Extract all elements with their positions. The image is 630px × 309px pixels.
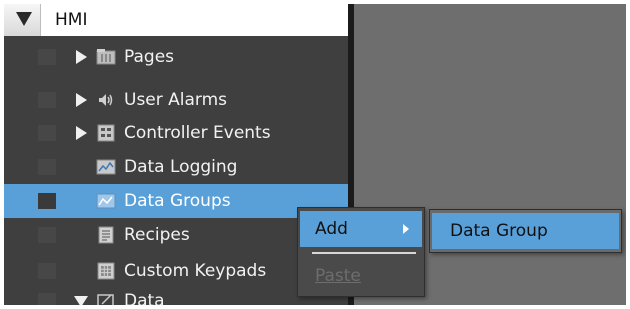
tree-item-label: Recipes	[124, 225, 190, 245]
add-submenu: Data Group	[429, 209, 622, 253]
row-marker	[38, 125, 56, 141]
row-marker	[38, 49, 56, 65]
tree-root-label: HMI	[40, 4, 348, 36]
expand-arrow-icon[interactable]	[76, 126, 87, 140]
context-menu: Add Paste	[297, 207, 425, 297]
tree-item-data-logging[interactable]: Data Logging	[4, 150, 348, 184]
pages-icon	[96, 48, 116, 66]
submenu-item-label: Data Group	[450, 221, 548, 241]
expand-arrow-icon[interactable]	[76, 50, 87, 64]
data-icon	[96, 292, 116, 305]
keypad-icon	[96, 262, 116, 280]
tree-item-label: Data Groups	[124, 191, 231, 211]
row-marker	[38, 227, 56, 243]
tree-item-user-alarms[interactable]: User Alarms	[4, 83, 348, 117]
tree-item-label: Data	[124, 291, 165, 305]
window-frame: HMI Pages User Alarms Controller Events …	[4, 4, 626, 305]
context-menu-add[interactable]: Add	[300, 211, 422, 247]
context-menu-add-label: Add	[315, 219, 348, 239]
tree-item-label: Pages	[124, 47, 175, 67]
submenu-item-data-group[interactable]: Data Group	[432, 213, 619, 249]
row-marker	[38, 263, 56, 279]
tree-item-pages[interactable]: Pages	[4, 40, 348, 74]
row-marker	[38, 92, 56, 108]
recipes-icon	[96, 226, 116, 244]
submenu-arrow-icon	[403, 224, 409, 234]
row-marker	[38, 193, 56, 209]
speaker-icon	[96, 91, 116, 109]
tree-item-label: Controller Events	[124, 123, 271, 143]
data-groups-icon	[96, 192, 116, 210]
tree-item-label: Custom Keypads	[124, 261, 267, 281]
row-marker	[38, 159, 56, 175]
tree-item-controller-events[interactable]: Controller Events	[4, 116, 348, 150]
context-menu-paste-label: Paste	[315, 266, 361, 286]
tree-item-label: Data Logging	[124, 157, 238, 177]
tree-root-row[interactable]: HMI	[4, 4, 348, 36]
expand-caret-icon[interactable]	[16, 12, 32, 26]
expand-arrow-icon[interactable]	[76, 93, 87, 107]
data-logging-icon	[96, 158, 116, 176]
menu-separator	[312, 252, 416, 254]
controller-events-icon	[96, 124, 116, 142]
row-marker	[38, 293, 56, 305]
tree-item-label: User Alarms	[124, 90, 228, 110]
context-menu-paste[interactable]: Paste	[300, 258, 422, 294]
collapse-arrow-icon[interactable]	[74, 296, 88, 305]
